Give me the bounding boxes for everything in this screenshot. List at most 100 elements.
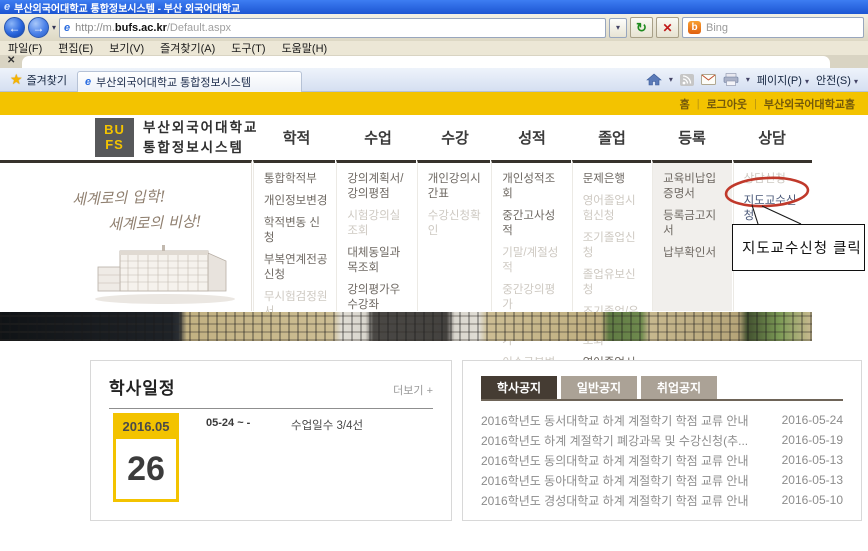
history-dropdown-icon[interactable]: ▾ <box>52 23 56 32</box>
favorites-star-icon: ★ <box>10 71 23 88</box>
back-button[interactable]: ← <box>4 17 25 38</box>
stop-button[interactable]: ✕ <box>656 17 679 38</box>
mega-menu-item: 중간강의평가 <box>502 283 570 313</box>
notice-row[interactable]: 2016학년도 하계 계절학기 폐강과목 및 수강신청(추... 2016-05-… <box>481 430 843 450</box>
secondary-bar: ✕ <box>0 55 868 68</box>
nav-item-3[interactable]: 수강 <box>418 115 492 160</box>
topbar-separator: | <box>754 98 757 110</box>
search-input[interactable]: b Bing <box>682 17 864 38</box>
feed-icon[interactable] <box>680 74 694 86</box>
mega-menu-item[interactable]: 강의평가우수강좌 <box>347 283 415 313</box>
mega-menu-item[interactable]: 부복연계전공신청 <box>264 253 335 283</box>
menubar-item[interactable]: 보기(V) <box>109 40 144 56</box>
mega-menu-item[interactable]: 중간고사성적 <box>502 209 570 239</box>
favorites-bar: ★ 즐겨찾기 e 부산외국어대학교 통합정보시스템 ▾ ▾ 페이지(P) ▾ 안… <box>0 68 868 92</box>
mega-menu: 세계로의 입학! 세계로의 비상! <box>0 160 812 311</box>
mega-menu-item[interactable]: 대체동일과목조회 <box>347 246 415 276</box>
page-menu-button[interactable]: 페이지(P) ▾ <box>757 72 809 88</box>
mega-menu-item: 시험강의실조회 <box>347 209 415 239</box>
mega-menu-item[interactable]: 개인성적조회 <box>502 172 570 202</box>
notice-row[interactable]: 2016학년도 동의대학교 하계 계절학기 학점 교류 안내2016-05-13 <box>481 450 843 470</box>
building-sketch <box>90 237 240 305</box>
menubar-item[interactable]: 도움말(H) <box>282 40 328 56</box>
favorites-button[interactable]: 즐겨찾기 <box>27 72 67 88</box>
nav-item-7[interactable]: 상담 <box>732 115 812 160</box>
menubar-item[interactable]: 파일(F) <box>8 40 42 56</box>
menubar-item[interactable]: 도구(T) <box>231 40 265 56</box>
window-title: 부산외국어대학교 통합정보시스템 - 부산 외국어대학교 <box>14 0 240 14</box>
command-bar: ▾ ▾ 페이지(P) ▾ 안전(S) ▾ <box>646 72 858 88</box>
browser-tab[interactable]: e 부산외국어대학교 통합정보시스템 <box>77 71 302 92</box>
mega-menu-item[interactable]: 통합학적부 <box>264 172 335 187</box>
advisor-apply-link[interactable]: 지도교수신청 <box>744 194 812 224</box>
notice-row[interactable]: 2016학년도 경성대학교 하계 계절학기 학점 교류 안내2016-05-10 <box>481 490 843 510</box>
address-dropdown-button[interactable]: ▾ <box>609 18 627 38</box>
notice-date: 2016-05-13 <box>782 473 843 487</box>
notice-row[interactable]: 2016학년도 동서대학교 하계 계절학기 학점 교류 안내2016-05-24 <box>481 410 843 430</box>
annotation-callout: 지도교수신청 클릭 <box>732 224 865 271</box>
home-icon[interactable] <box>646 73 662 86</box>
home-dropdown-icon[interactable]: ▾ <box>669 75 673 84</box>
mega-menu-item: 상담신청 <box>744 172 812 187</box>
calendar-event-note: 수업일수 3/4선 <box>291 417 363 433</box>
topbar-separator: | <box>697 98 700 110</box>
page-favicon-icon: e <box>64 22 70 34</box>
forward-button[interactable]: → <box>28 17 49 38</box>
mega-menu-column-2: 강의계획서/강의평점시험강의실조회대체동일과목조회강의평가우수강좌 <box>336 160 415 311</box>
notice-tab-2[interactable]: 일반공지 <box>561 376 637 399</box>
notice-tab-1[interactable]: 학사공지 <box>481 376 557 399</box>
notice-row[interactable]: 2016학년도 동아대학교 하계 계절학기 학점 교류 안내 2016-05-13 <box>481 470 843 490</box>
window-titlebar: e 부산외국어대학교 통합정보시스템 - 부산 외국어대학교 <box>0 0 868 14</box>
address-input[interactable]: e http://m.bufs.ac.kr/Default.aspx <box>59 18 606 38</box>
nav-item-2[interactable]: 수업 <box>338 115 418 160</box>
calendar-more-link[interactable]: 더보기 + <box>393 382 433 398</box>
main-nav: 학적수업수강성적졸업등록상담 <box>255 115 812 160</box>
topbar-link[interactable]: 로그아웃 <box>707 96 747 112</box>
topbar-link[interactable]: 홈 <box>680 96 690 112</box>
empty-toolbar-area <box>22 56 830 68</box>
mega-menu-column-3: 개인강의시간표수강신청확인 <box>417 160 490 311</box>
nav-item-1[interactable]: 학적 <box>255 115 338 160</box>
mega-menu-item[interactable]: 학적변동 신청 <box>264 216 335 246</box>
notice-title: 2016학년도 하계 계절학기 폐강과목 및 수강신청(추... <box>481 432 748 449</box>
site-title: 부산외국어대학교 통합정보시스템 <box>143 118 258 157</box>
mega-menu-column-5: 문제은행영어졸업시험신청조기졸업신청졸업유보신청조기졸업/유보 신청 결과조회영… <box>572 160 651 311</box>
notice-list: 2016학년도 동서대학교 하계 계절학기 학점 교류 안내2016-05-24… <box>481 410 843 510</box>
mega-menu-item[interactable]: 개인강의시간표 <box>428 172 490 202</box>
notice-tabs: 학사공지일반공지취업공지 <box>481 376 843 401</box>
notice-tab-3[interactable]: 취업공지 <box>641 376 717 399</box>
mega-menu-item[interactable]: 강의계획서/강의평점 <box>347 172 415 202</box>
notice-panel: 학사공지일반공지취업공지 2016학년도 동서대학교 하계 계절학기 학점 교류… <box>462 360 862 521</box>
menubar-item[interactable]: 편집(E) <box>58 40 93 56</box>
utility-topbar: 홈 | 로그아웃 | 부산외국어대학교홈 <box>0 92 868 115</box>
search-placeholder: Bing <box>706 22 728 34</box>
mega-menu-item: 기말/계절성적 <box>502 246 570 276</box>
close-bar-icon[interactable]: ✕ <box>7 55 15 66</box>
print-dropdown-icon[interactable]: ▾ <box>746 75 750 84</box>
stop-icon: ✕ <box>662 21 672 35</box>
mega-menu-item[interactable]: 교육비납입증명서 <box>663 172 731 202</box>
refresh-button[interactable]: ↻ <box>630 17 653 38</box>
nav-item-6[interactable]: 등록 <box>652 115 732 160</box>
mail-icon[interactable] <box>701 74 716 85</box>
topbar-link[interactable]: 부산외국어대학교홈 <box>764 96 855 112</box>
mega-menu-item: 영어졸업시험신청 <box>583 194 651 224</box>
browser-menubar: 파일(F) 편집(E) 보기(V) 즐겨찾기(A) 도구(T) 도움말(H) <box>0 41 868 55</box>
mega-menu-item: 조기졸업신청 <box>583 231 651 261</box>
nav-item-4[interactable]: 성적 <box>492 115 572 160</box>
mega-menu-banner: 세계로의 입학! 세계로의 비상! <box>0 160 252 311</box>
notice-date: 2016-05-19 <box>782 433 843 447</box>
print-icon[interactable] <box>723 73 739 86</box>
notice-date: 2016-05-24 <box>782 413 843 427</box>
mega-menu-column-1: 통합학적부개인정보변경학적변동 신청부복연계전공신청무시험검정원서 <box>253 160 335 311</box>
mega-menu-item[interactable]: 문제은행 <box>583 172 651 187</box>
mega-menu-item[interactable]: 개인정보변경 <box>264 194 335 209</box>
nav-item-5[interactable]: 졸업 <box>572 115 652 160</box>
safety-menu-button[interactable]: 안전(S) ▾ <box>816 72 858 88</box>
site-logo[interactable]: BUFS 부산외국어대학교 통합정보시스템 <box>95 118 258 157</box>
mega-menu-item[interactable]: 납부확인서 <box>663 246 731 261</box>
campus-photo-banner <box>0 312 812 341</box>
menubar-item[interactable]: 즐겨찾기(A) <box>160 40 215 56</box>
mega-menu-item[interactable]: 등록금고지서 <box>663 209 731 239</box>
notice-title: 2016학년도 동아대학교 하계 계절학기 학점 교류 안내 <box>481 472 749 489</box>
